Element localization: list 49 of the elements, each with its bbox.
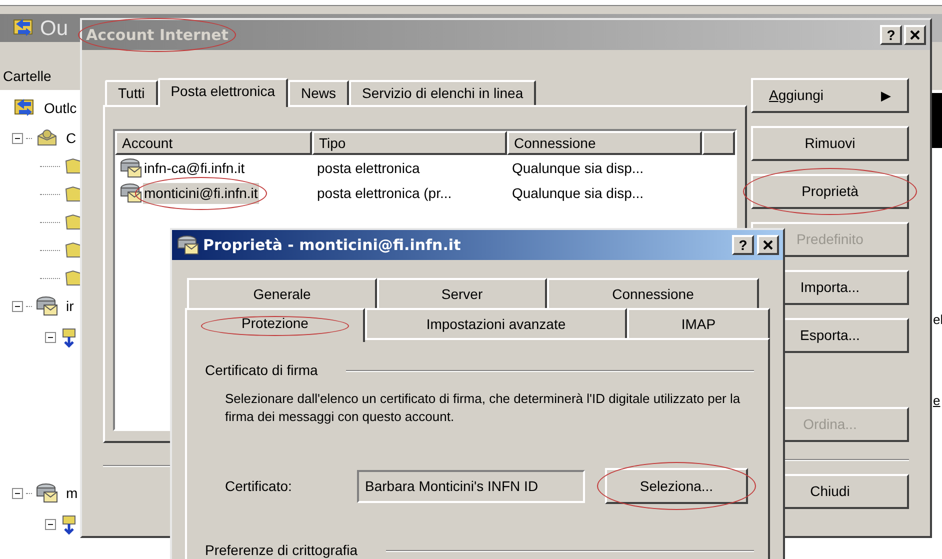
mail-server-icon — [35, 294, 59, 318]
mail-server-icon — [35, 481, 59, 505]
tree-item[interactable]: C — [66, 128, 76, 148]
certificate-field: Barbara Monticini's INFN ID — [357, 470, 585, 502]
tab[interactable]: Server — [377, 278, 547, 308]
dialog-button[interactable]: Proprietà — [751, 174, 909, 209]
tab[interactable]: Servizio di elenchi in linea — [349, 80, 536, 105]
text-fragment: el — [933, 313, 942, 326]
tab[interactable]: News — [288, 80, 350, 105]
dialog-title: Proprietà - monticini@fi.infn.it — [203, 234, 461, 256]
table-cell-text: posta elettronica — [316, 158, 421, 178]
column-header[interactable]: Tipo — [312, 131, 507, 155]
select-button[interactable]: Seleziona... — [605, 468, 748, 504]
tab[interactable]: Impostazioni avanzate — [365, 308, 627, 338]
close-icon — [910, 30, 920, 40]
tab[interactable]: Tutti — [105, 80, 158, 105]
tab[interactable]: Connessione — [547, 278, 759, 308]
section-heading: Preferenze di crittografia — [205, 541, 358, 559]
account-name[interactable]: infn-ca@fi.infn.it — [143, 158, 246, 178]
description-text: Selezionare dall'elenco un certificato di firma, che determinerà l'ID digitale utilizzato per la firma dei messaggi con questo account. — [225, 390, 742, 426]
dialog-title: Account Internet — [86, 24, 228, 46]
column-header[interactable]: Connessione — [507, 131, 702, 155]
table-cell-text: Qualunque sia disp... — [511, 158, 645, 178]
help-button[interactable]: ? — [880, 25, 902, 45]
tab[interactable]: Generale — [187, 278, 377, 308]
dialog-button[interactable]: Rimuovi — [751, 126, 909, 161]
mail-server-icon — [119, 156, 143, 180]
table-cell-text: Qualunque sia disp... — [511, 184, 645, 203]
help-button[interactable]: ? — [732, 235, 754, 255]
tree-item[interactable]: ir — [66, 296, 74, 316]
tab[interactable]: IMAP — [627, 308, 770, 338]
tab[interactable]: Protezione — [185, 308, 365, 342]
dialog-button[interactable]: Aggiungi ▶ — [751, 78, 909, 113]
mail-server-icon — [176, 233, 200, 257]
text-fragment: e — [933, 394, 942, 407]
table-cell-text: posta elettronica (pr... — [316, 184, 453, 203]
window-title: Ou — [40, 18, 68, 38]
column-header[interactable]: Account — [115, 131, 312, 155]
close-button[interactable] — [757, 235, 779, 255]
close-icon — [763, 240, 773, 250]
field-label: Certificato: — [225, 476, 293, 496]
section-heading: Certificato di firma — [205, 361, 318, 380]
close-button[interactable] — [904, 25, 926, 45]
tree-item[interactable]: m — [66, 482, 78, 504]
account-name[interactable]: monticini@fi.infn.it — [143, 182, 259, 204]
pane-header: Cartelle — [3, 66, 52, 86]
mail-server-icon — [119, 181, 143, 205]
tree-item[interactable]: Outlc — [44, 98, 77, 118]
tab[interactable]: Posta elettronica — [158, 78, 288, 107]
